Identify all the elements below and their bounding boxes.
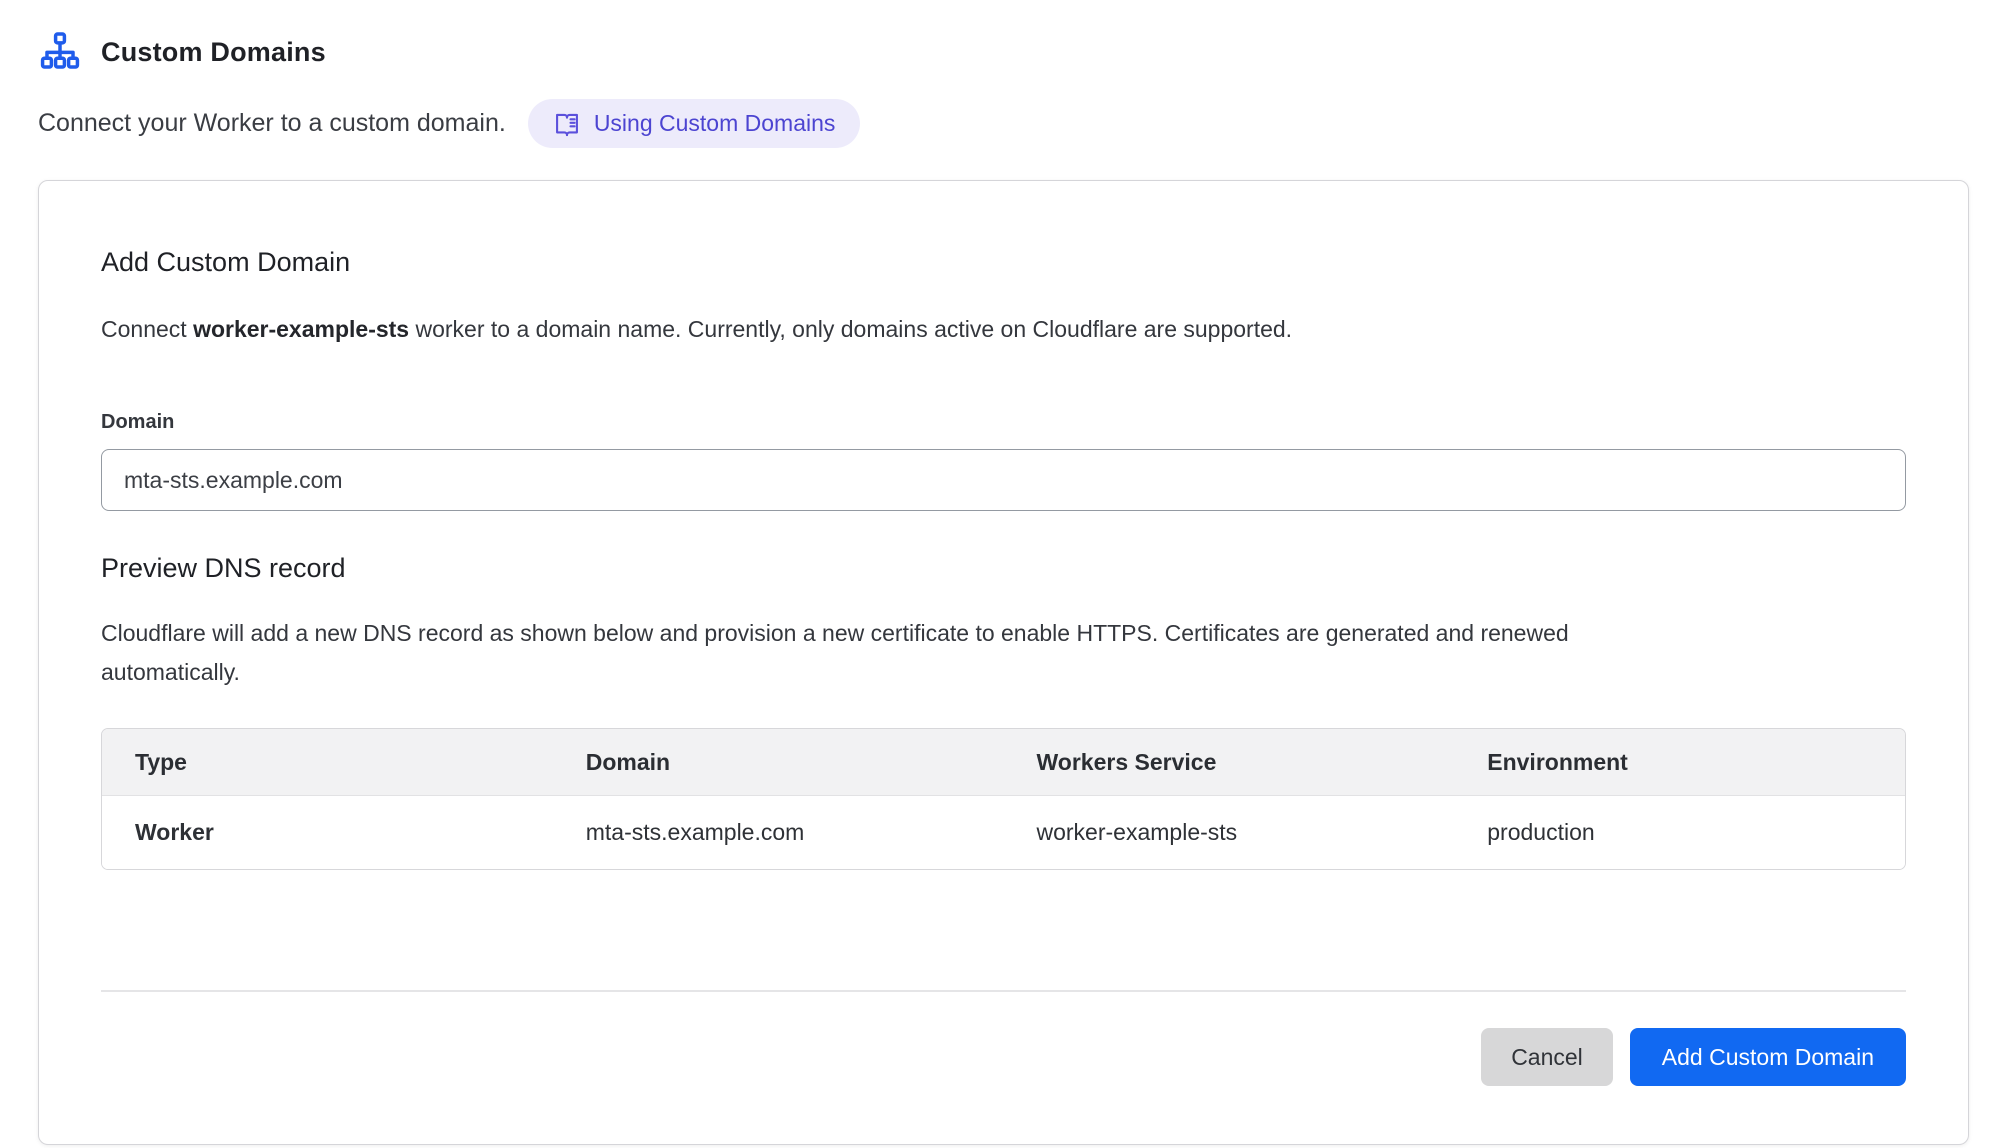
page-subheader: Connect your Worker to a custom domain. … xyxy=(38,99,1961,148)
domain-input[interactable] xyxy=(101,449,1906,511)
cell-domain: mta-sts.example.com xyxy=(553,819,1004,846)
column-header-domain: Domain xyxy=(553,749,1004,776)
page-title: Custom Domains xyxy=(101,37,326,68)
preview-dns-description: Cloudflare will add a new DNS record as … xyxy=(101,614,1571,692)
intro-suffix: worker to a domain name. Currently, only… xyxy=(409,316,1292,342)
cancel-button[interactable]: Cancel xyxy=(1481,1028,1613,1086)
cell-workers-service: worker-example-sts xyxy=(1004,819,1455,846)
cell-type: Worker xyxy=(102,819,553,846)
worker-name: worker-example-sts xyxy=(193,316,409,342)
column-header-type: Type xyxy=(102,749,553,776)
docs-badge-label: Using Custom Domains xyxy=(594,110,836,137)
using-custom-domains-docs-link[interactable]: Using Custom Domains xyxy=(528,99,861,148)
book-icon xyxy=(553,110,581,138)
column-header-environment: Environment xyxy=(1454,749,1905,776)
page-subtitle: Connect your Worker to a custom domain. xyxy=(38,109,506,138)
domain-label: Domain xyxy=(101,411,1906,434)
sitemap-icon xyxy=(38,30,82,74)
intro-prefix: Connect xyxy=(101,316,193,342)
cell-environment: production xyxy=(1454,819,1905,846)
add-custom-domain-card: Add Custom Domain Connect worker-example… xyxy=(38,180,1969,1145)
card-heading: Add Custom Domain xyxy=(101,247,1906,278)
footer-divider xyxy=(101,990,1906,992)
card-intro-text: Connect worker-example-sts worker to a d… xyxy=(101,314,1906,345)
preview-dns-heading: Preview DNS record xyxy=(101,553,1906,584)
dns-preview-table: Type Domain Workers Service Environment … xyxy=(101,728,1906,870)
table-header-row: Type Domain Workers Service Environment xyxy=(102,729,1905,796)
custom-domains-page: Custom Domains Connect your Worker to a … xyxy=(0,0,1999,1145)
footer-actions: Cancel Add Custom Domain xyxy=(101,1028,1906,1086)
add-custom-domain-button[interactable]: Add Custom Domain xyxy=(1630,1028,1906,1086)
page-header: Custom Domains xyxy=(38,30,1961,74)
table-row: Worker mta-sts.example.com worker-exampl… xyxy=(102,796,1905,869)
column-header-workers-service: Workers Service xyxy=(1004,749,1455,776)
